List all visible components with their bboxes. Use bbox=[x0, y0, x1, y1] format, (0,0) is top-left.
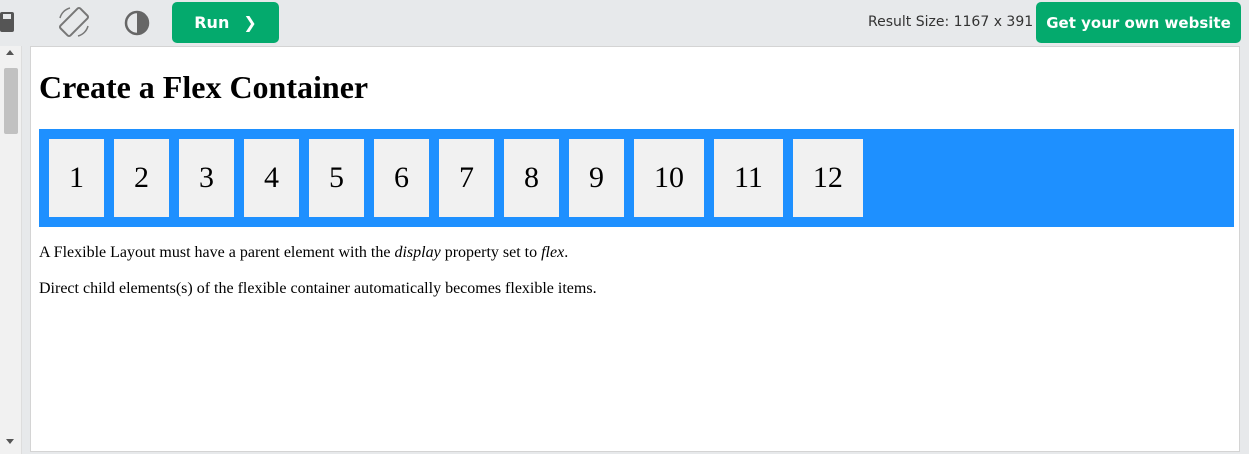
toolbar: Run ❯ Result Size: 1167 x 391 Get your o… bbox=[0, 0, 1249, 46]
run-button[interactable]: Run ❯ bbox=[172, 2, 279, 43]
paragraph-text: property set to bbox=[440, 244, 542, 261]
result-size-readout: Result Size: 1167 x 391 bbox=[868, 14, 1034, 30]
flex-item: 5 bbox=[309, 139, 364, 217]
flex-item: 10 bbox=[634, 139, 704, 217]
scrollbar-thumb[interactable] bbox=[4, 68, 18, 134]
run-button-label: Run bbox=[194, 13, 230, 32]
flex-item: 2 bbox=[114, 139, 169, 217]
flex-item: 9 bbox=[569, 139, 624, 217]
paragraph-text: . bbox=[564, 244, 569, 261]
vertical-scrollbar[interactable] bbox=[0, 46, 22, 454]
flex-item: 1 bbox=[49, 139, 104, 217]
get-your-own-website-button[interactable]: Get your own website bbox=[1036, 2, 1241, 43]
result-frame: Create a Flex Container 1 2 3 4 5 6 7 8 9 10 11 12 … bbox=[30, 46, 1240, 452]
flex-item: 12 bbox=[792, 139, 863, 217]
flex-item: 8 bbox=[504, 139, 559, 217]
rotate-icon[interactable] bbox=[56, 4, 92, 40]
flex-item: 6 bbox=[374, 139, 429, 217]
flex-item: 11 bbox=[714, 139, 783, 217]
paragraph-display-flex: A Flexible Layout must have a parent ele… bbox=[39, 244, 568, 262]
paragraph-child-elements: Direct child elements(s) of the flexible… bbox=[39, 280, 597, 297]
paragraph-text: A Flexible Layout must have a parent ele… bbox=[39, 244, 395, 261]
flex-item: 7 bbox=[439, 139, 494, 217]
scroll-up-arrow-icon[interactable] bbox=[6, 50, 14, 55]
chevron-right-icon: ❯ bbox=[243, 13, 257, 32]
emphasis-flex: flex bbox=[541, 244, 565, 261]
save-icon[interactable] bbox=[0, 12, 14, 32]
emphasis-display: display bbox=[394, 244, 441, 261]
contrast-icon[interactable] bbox=[122, 8, 152, 38]
scroll-down-arrow-icon[interactable] bbox=[6, 439, 14, 444]
page-title: Create a Flex Container bbox=[39, 69, 369, 105]
flex-item: 3 bbox=[179, 139, 234, 217]
flex-item: 4 bbox=[244, 139, 299, 217]
flex-container: 1 2 3 4 5 6 7 8 9 10 11 12 bbox=[39, 129, 1234, 227]
